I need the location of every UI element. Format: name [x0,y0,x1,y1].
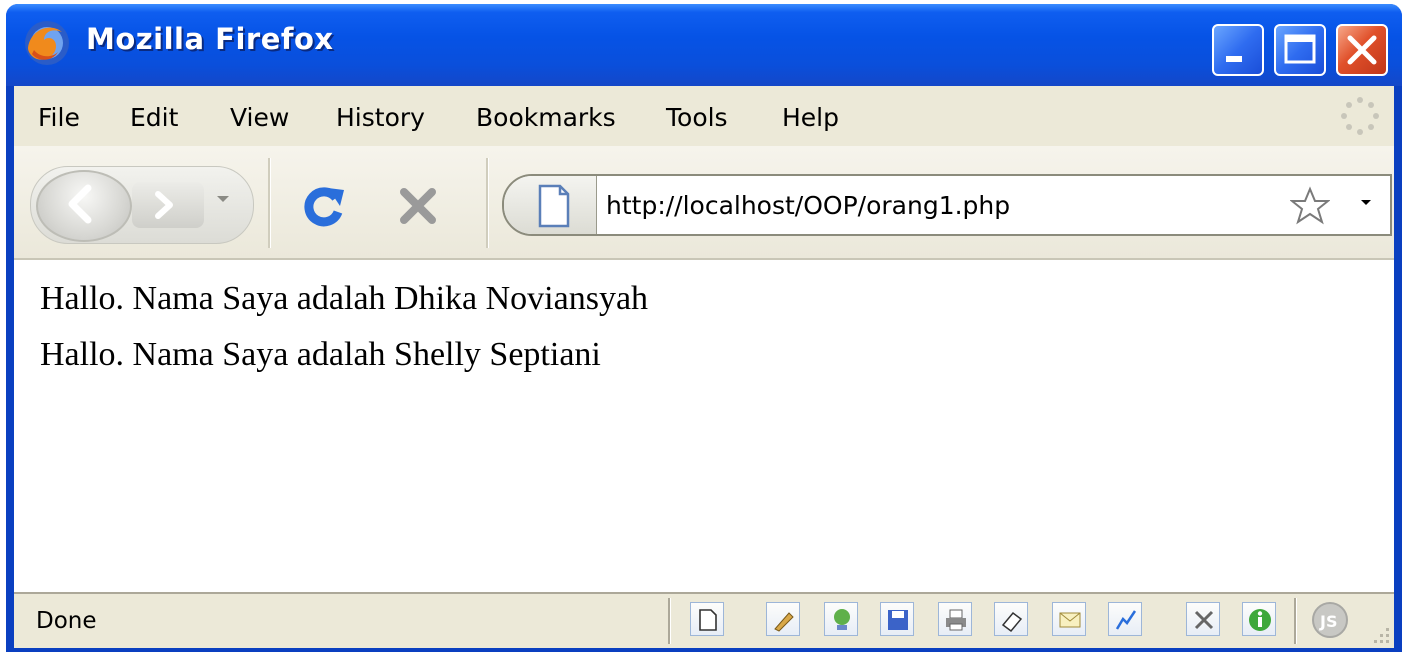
history-dropdown-icon[interactable] [214,192,232,206]
status-text: Done [36,608,97,634]
forward-button[interactable] [132,182,204,228]
content-line-2: Hallo. Nama Saya adalah Shelly Septiani [40,336,601,373]
url-history-dropdown-icon[interactable] [1358,196,1374,210]
minimize-button[interactable] [1212,24,1264,76]
toolbar-separator [268,158,271,248]
forward-arrow-icon [155,191,173,219]
tools-icon[interactable] [1186,602,1220,636]
page-icon[interactable] [690,602,724,636]
info-icon[interactable] [1242,602,1276,636]
maximize-button[interactable] [1274,24,1326,76]
resize-grip-icon[interactable] [1368,622,1392,646]
browser-window: Mozilla Firefox File Edit View History B… [6,4,1402,652]
title-bar[interactable]: Mozilla Firefox [6,4,1402,86]
toolbar-separator [486,158,489,248]
reload-icon[interactable] [302,184,346,228]
js-icon[interactable]: JS [1310,600,1350,640]
printer-icon[interactable] [938,602,972,636]
menu-edit[interactable]: Edit [130,103,178,132]
minimize-icon [1226,56,1242,62]
eraser-icon[interactable] [994,602,1028,636]
svg-text:JS: JS [1319,612,1337,631]
site-identity-button[interactable] [504,176,597,234]
navigation-toolbar [14,146,1394,260]
window-title: Mozilla Firefox [86,22,334,56]
network-icon[interactable] [824,602,858,636]
envelope-icon[interactable] [1052,602,1086,636]
close-button[interactable] [1336,24,1388,76]
menu-tools[interactable]: Tools [666,103,728,132]
url-input[interactable] [604,182,1268,228]
save-icon[interactable] [880,602,914,636]
menu-bar: File Edit View History Bookmarks Tools H… [14,86,1394,147]
maximize-icon [1284,34,1316,64]
back-button[interactable] [36,170,132,242]
address-bar[interactable] [502,174,1392,236]
menu-view[interactable]: View [230,103,289,132]
status-bar: Done JS [14,592,1394,648]
star-icon[interactable] [1290,186,1330,226]
page-icon [538,184,570,228]
menu-file[interactable]: File [38,103,80,132]
pencil-icon[interactable] [766,602,800,636]
stop-icon[interactable] [398,186,438,226]
content-line-1: Hallo. Nama Saya adalah Dhika Noviansyah [40,280,649,317]
menu-history[interactable]: History [336,103,425,132]
menu-help[interactable]: Help [782,103,839,132]
back-arrow-icon [68,184,92,224]
menu-bookmarks[interactable]: Bookmarks [476,103,616,132]
status-separator [1294,598,1297,644]
graph-icon[interactable] [1108,602,1142,636]
throbber-icon [1341,97,1379,135]
status-separator [668,598,671,644]
page-content: Hallo. Nama Saya adalah Dhika Noviansyah… [14,260,1394,592]
close-icon [1347,35,1377,65]
browser-client-area: File Edit View History Bookmarks Tools H… [14,86,1394,648]
firefox-logo-icon [25,21,69,65]
